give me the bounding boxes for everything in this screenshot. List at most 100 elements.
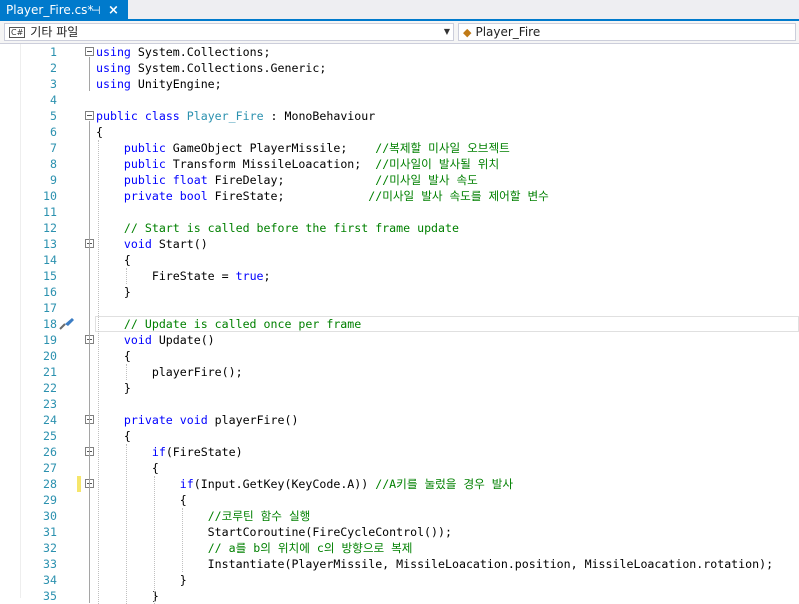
code-line[interactable]: 20 { xyxy=(0,348,799,364)
comment-token: //복제할 미사일 오브젝트 xyxy=(375,141,510,155)
csharp-file-icon: C# xyxy=(9,27,26,38)
code-text: } xyxy=(96,588,159,604)
code-line[interactable]: 17 xyxy=(0,300,799,316)
code-editor[interactable]: 1 using System.Collections; 2 using System.… xyxy=(0,44,799,604)
code-token: Update() xyxy=(151,333,215,347)
close-icon[interactable]: × xyxy=(108,0,119,21)
code-line[interactable]: 21 playerFire(); xyxy=(0,364,799,380)
chevron-down-icon[interactable]: ▼ xyxy=(444,24,450,40)
code-text: if(FireState) xyxy=(96,444,243,460)
keyword-token: if xyxy=(151,445,166,459)
code-line[interactable]: 10 private bool FireState; //미사일 발사 속도를 … xyxy=(0,188,799,204)
line-number: 17 xyxy=(43,301,57,315)
keyword-token: true xyxy=(235,269,264,283)
code-line[interactable]: 19 void Update() xyxy=(0,332,799,348)
line-number: 34 xyxy=(43,573,57,587)
pin-icon[interactable]: ⊣ xyxy=(91,0,101,21)
project-dropdown[interactable]: C# 기타 파일 ▼ xyxy=(4,23,454,41)
code-line[interactable]: 23 xyxy=(0,396,799,412)
keyword-token: public xyxy=(123,157,166,171)
line-number: 14 xyxy=(43,253,57,267)
code-line[interactable]: 27 { xyxy=(0,460,799,476)
code-line[interactable]: 15 FireState = true; xyxy=(0,268,799,284)
code-line[interactable]: 9 public float FireDelay; //미사일 발사 속도 xyxy=(0,172,799,188)
code-line[interactable]: 31 StartCoroutine(FireCycleControl()); xyxy=(0,524,799,540)
code-token: FireState; xyxy=(207,189,369,203)
line-number: 22 xyxy=(43,381,57,395)
code-text: } xyxy=(96,284,131,300)
code-line[interactable]: 16 } xyxy=(0,284,799,300)
line-number: 28 xyxy=(43,477,57,491)
line-number: 26 xyxy=(43,445,57,459)
code-line[interactable]: 12 // Start is called before the first f… xyxy=(0,220,799,236)
line-number: 10 xyxy=(43,189,57,203)
code-line[interactable]: 7 public GameObject PlayerMissile; //복제할… xyxy=(0,140,799,156)
type-dropdown[interactable]: ◆ Player_Fire xyxy=(458,23,796,41)
code-line[interactable]: 13 void Start() xyxy=(0,236,799,252)
code-line[interactable]: 35 } xyxy=(0,588,799,604)
code-line[interactable]: 22 } xyxy=(0,380,799,396)
code-line[interactable]: 25 { xyxy=(0,428,799,444)
code-line[interactable]: 34 } xyxy=(0,572,799,588)
code-line[interactable]: 29 { xyxy=(0,492,799,508)
code-token: System.Collections; xyxy=(130,45,271,59)
code-text: // Update is called once per frame xyxy=(96,316,361,332)
collapse-region-icon[interactable] xyxy=(85,47,94,56)
line-number: 16 xyxy=(43,285,57,299)
keyword-token: public xyxy=(96,109,138,123)
code-line[interactable]: 33 Instantiate(PlayerMissile, MissileLoa… xyxy=(0,556,799,572)
project-label: 기타 파일 xyxy=(30,25,79,39)
class-icon: ◆ xyxy=(463,26,472,39)
comment-token: //A키를 눌렀을 경우 발사 xyxy=(375,477,514,491)
code-line[interactable]: 4 xyxy=(0,92,799,108)
code-line[interactable]: 18 // Update is called once per frame xyxy=(0,316,799,332)
line-number: 24 xyxy=(43,413,57,427)
code-text: public Transform MissileLoacation; //미사일… xyxy=(96,156,499,172)
code-line[interactable]: 3 using UnityEngine; xyxy=(0,76,799,92)
code-line[interactable]: 30 //코루틴 함수 실행 xyxy=(0,508,799,524)
code-line[interactable]: 5 public class Player_Fire : MonoBehaviou… xyxy=(0,108,799,124)
line-number: 32 xyxy=(43,541,57,555)
line-number: 33 xyxy=(43,557,57,571)
code-line[interactable]: 14 { xyxy=(0,252,799,268)
code-token: { xyxy=(96,125,103,139)
code-line[interactable]: 32 // a를 b의 위치에 c의 방향으로 복제 xyxy=(0,540,799,556)
code-text: Instantiate(PlayerMissile, MissileLoacat… xyxy=(96,556,773,572)
code-line[interactable]: 26 if(FireState) xyxy=(0,444,799,460)
code-token: GameObject PlayerMissile; xyxy=(165,141,376,155)
line-number: 30 xyxy=(43,509,57,523)
code-text: using System.Collections; xyxy=(96,44,271,60)
code-line[interactable]: 11 xyxy=(0,204,799,220)
tab-player-fire[interactable]: Player_Fire.cs* ⊣ × xyxy=(0,0,128,21)
line-number: 2 xyxy=(50,61,57,75)
comment-token: //코루틴 함수 실행 xyxy=(207,509,311,523)
code-token: } xyxy=(96,573,187,587)
indent-guide xyxy=(126,444,127,604)
outline-guide xyxy=(89,345,90,395)
code-line[interactable]: 24 private void playerFire() xyxy=(0,412,799,428)
code-text: playerFire(); xyxy=(96,364,243,380)
code-line[interactable]: 28 if(Input.GetKey(KeyCode.A)) //A키를 눌렀을… xyxy=(0,476,799,492)
code-line[interactable]: 6{ xyxy=(0,124,799,140)
comment-token: // a를 b의 위치에 c의 방향으로 복제 xyxy=(207,541,413,555)
collapse-region-icon[interactable] xyxy=(85,111,94,120)
code-token: { xyxy=(96,461,159,475)
code-text: StartCoroutine(FireCycleControl()); xyxy=(96,524,452,540)
document-tab-strip: Player_Fire.cs* ⊣ × xyxy=(0,0,799,21)
code-line[interactable]: 1 using System.Collections; xyxy=(0,44,799,60)
line-number: 27 xyxy=(43,461,57,475)
code-line[interactable]: 8 public Transform MissileLoacation; //미… xyxy=(0,156,799,172)
code-line[interactable]: 2 using System.Collections.Generic; xyxy=(0,60,799,76)
